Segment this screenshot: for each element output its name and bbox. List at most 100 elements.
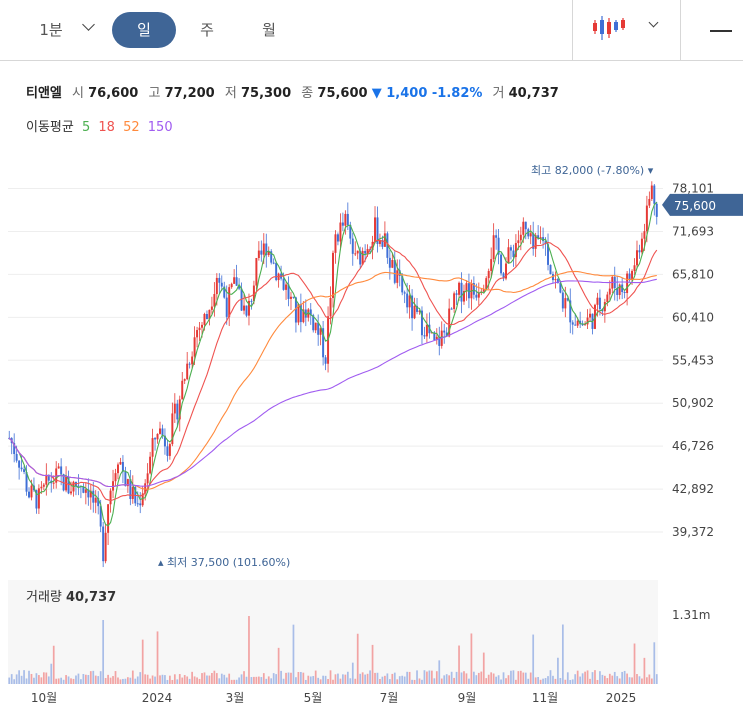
volume-bar [603, 675, 606, 684]
candle-body [156, 433, 159, 440]
volume-bar [92, 670, 95, 684]
volume-bar [45, 672, 48, 684]
volume-bar [122, 678, 124, 684]
volume-bar [188, 678, 191, 684]
candle-body [549, 264, 552, 275]
volume-bar [623, 670, 626, 684]
candle-body [198, 327, 201, 331]
candle-body [500, 254, 503, 274]
candle-body [272, 262, 275, 264]
volume-bar [517, 671, 520, 684]
volume-bar [285, 672, 287, 684]
volume-bar [151, 675, 154, 684]
volume-bar [485, 678, 488, 684]
volume-bar [465, 673, 468, 684]
candle-body [495, 235, 498, 238]
volume-bar [354, 678, 357, 684]
candle-body [529, 233, 532, 237]
volume-bar [30, 673, 33, 684]
candle-body [124, 471, 127, 487]
candle-body [554, 279, 557, 281]
volume-bar [339, 678, 342, 684]
volume-bar [369, 670, 371, 684]
candle-body [37, 488, 40, 509]
candle-body [351, 238, 354, 254]
candle-body [176, 403, 179, 420]
volume-bar [211, 672, 213, 684]
y-tick-label: 42,892 [672, 482, 714, 496]
candle-body [346, 213, 349, 225]
candle-body [465, 283, 468, 291]
volume-bar [141, 639, 144, 684]
volume-bar [643, 657, 646, 684]
volume-bar [124, 678, 127, 684]
candle-body [30, 485, 33, 498]
volume-bar [388, 679, 391, 684]
volume-bar [453, 677, 455, 684]
volume-bar [458, 645, 460, 684]
candle-body [70, 491, 73, 494]
candle-body [391, 259, 394, 268]
volume-bar [203, 672, 206, 684]
volume-bar [181, 677, 184, 684]
volume-bar [529, 672, 532, 684]
volume-bar [371, 644, 374, 684]
candle-body [576, 320, 579, 326]
candle-body [289, 296, 292, 299]
volume-bar [136, 676, 139, 684]
candle-body [84, 489, 87, 493]
volume-bar [477, 672, 480, 684]
volume-bar [77, 673, 80, 684]
volume-bar [430, 670, 433, 684]
candle-body [329, 297, 332, 317]
x-tick-label: 2025 [606, 691, 637, 705]
candle-body [131, 487, 134, 499]
volume-bar [164, 675, 166, 684]
candle-body [453, 293, 456, 309]
volume-bar [218, 678, 221, 684]
volume-bar [225, 677, 228, 684]
candle-body [183, 379, 186, 381]
candle-body [450, 308, 453, 310]
volume-bar [8, 677, 11, 684]
candle-body [203, 314, 206, 325]
candle-body [146, 473, 149, 484]
candle-body [275, 262, 278, 281]
volume-bar [374, 672, 376, 684]
candle-body [282, 278, 285, 290]
volume-bar [156, 631, 159, 684]
volume-bar [257, 676, 260, 684]
volume-bar [139, 672, 142, 684]
candle-body [341, 222, 344, 226]
volume-bar [18, 670, 20, 684]
y-tick-label: 71,693 [672, 224, 714, 238]
price-chart[interactable]: 78,101 71,693 65,810 60,410 55,453 50,902 46,7… [0, 0, 743, 708]
volume-bar [161, 674, 164, 684]
volume-bar [10, 674, 13, 684]
candle-body [509, 247, 512, 251]
volume-bar [201, 673, 203, 684]
volume-bar [131, 670, 134, 684]
volume-bar [448, 675, 451, 684]
volume-bar [524, 672, 527, 684]
volume-bar [616, 676, 619, 684]
candle-body [354, 253, 357, 255]
volume-bar [532, 634, 535, 684]
volume-bar [426, 671, 428, 684]
volume-bar [117, 677, 119, 684]
x-tick-label: 5월 [304, 691, 323, 705]
candle-body [332, 252, 334, 298]
candle-body [151, 438, 154, 457]
volume-bar [564, 679, 567, 684]
volume-bar [75, 675, 77, 684]
volume-bar [159, 675, 161, 684]
candle-body [228, 287, 231, 317]
candle-body [186, 363, 189, 380]
volume-bar [109, 677, 112, 684]
candle-body [645, 205, 648, 232]
volume-bar [60, 677, 63, 684]
candle-body [114, 473, 117, 482]
candle-body [574, 324, 577, 326]
candle-body [492, 235, 495, 260]
candle-body [40, 486, 43, 489]
